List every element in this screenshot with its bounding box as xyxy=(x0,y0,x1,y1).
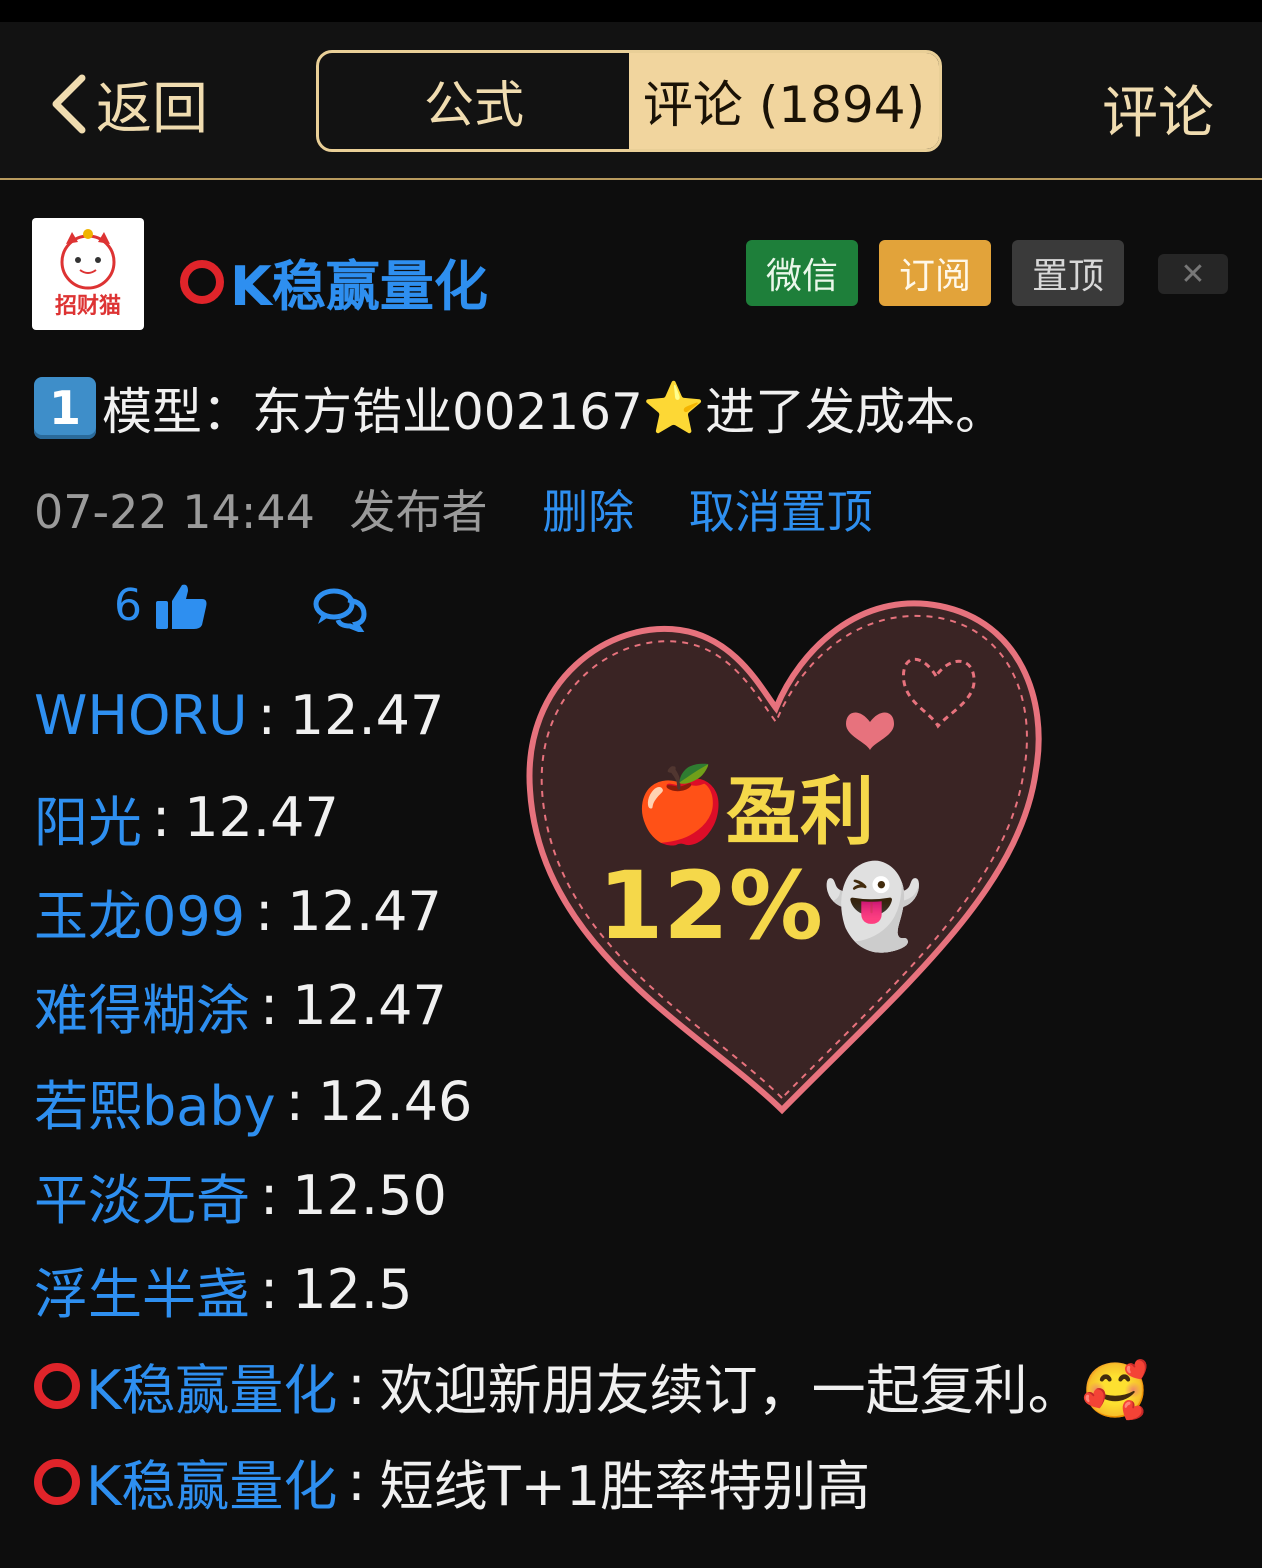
reply-user[interactable]: 阳光 xyxy=(34,778,142,857)
author-name[interactable]: K稳赢量化 xyxy=(180,242,488,321)
reply-text: 欢迎新朋友续订，一起复利。🥰 xyxy=(379,1359,1149,1422)
reply-item: 阳光:12.47 xyxy=(34,778,339,857)
avatar[interactable]: 招财猫 xyxy=(32,218,144,330)
reply-text: 12.47 xyxy=(287,880,442,943)
publisher-label: 发布者 xyxy=(349,485,488,539)
ghost-icon: 👻 xyxy=(823,859,923,953)
thumbs-up-icon xyxy=(156,584,207,629)
like-button[interactable]: 6 xyxy=(114,580,208,631)
wechat-button[interactable]: 微信 xyxy=(746,240,858,306)
red-circle-icon xyxy=(34,1362,80,1409)
star-icon: ⭐ xyxy=(642,378,706,437)
reply-user[interactable]: 平淡无奇 xyxy=(34,1156,250,1235)
close-icon[interactable]: ✕ xyxy=(1158,254,1228,294)
reply-user[interactable]: K稳赢量化 xyxy=(86,1346,337,1425)
chevron-left-icon xyxy=(52,74,86,134)
red-circle-icon xyxy=(34,1458,80,1505)
subscribe-button[interactable]: 订阅 xyxy=(879,240,991,306)
delete-link[interactable]: 删除 xyxy=(542,485,634,539)
post-text: 1 模型：东方锆业002167 ⭐ 进了发成本。 xyxy=(34,372,1005,444)
tab-formula[interactable]: 公式 xyxy=(319,53,629,149)
unpin-link[interactable]: 取消置顶 xyxy=(689,485,873,539)
reply-user[interactable]: 玉龙099 xyxy=(34,872,245,951)
reply-text: 短线T+1胜率特别高 xyxy=(379,1455,871,1518)
post-time: 07-22 14:44 xyxy=(34,485,315,539)
reply-text: 12.47 xyxy=(289,684,445,747)
red-circle-icon xyxy=(180,259,224,304)
comment-action[interactable]: 评论 xyxy=(1102,68,1214,149)
comment-button[interactable] xyxy=(312,586,368,636)
reply-item: 玉龙099:12.47 xyxy=(34,872,442,951)
reply-item: K稳赢量化: 欢迎新朋友续订，一起复利。🥰 xyxy=(34,1346,1149,1425)
reply-item: 难得糊涂:12.47 xyxy=(34,966,447,1045)
reply-text: 12.46 xyxy=(317,1070,473,1133)
segment-tabs: 公式 评论 (1894) xyxy=(316,50,942,152)
pin-button[interactable]: 置顶 xyxy=(1012,240,1124,306)
like-count: 6 xyxy=(114,580,142,631)
reply-text: 12.5 xyxy=(292,1258,413,1321)
reply-user[interactable]: 若熙baby xyxy=(34,1062,276,1141)
reply-user[interactable]: 浮生半盏 xyxy=(34,1250,250,1329)
sticker-line-1: 🍎 盈利 xyxy=(634,762,875,855)
reply-user[interactable]: 难得糊涂 xyxy=(34,966,250,1045)
reply-text: 12.50 xyxy=(292,1164,447,1227)
reply-text: 12.47 xyxy=(292,974,447,1037)
reply-user[interactable]: K稳赢量化 xyxy=(86,1442,337,1521)
avatar-caption: 招财猫 xyxy=(54,294,121,319)
reply-item: 浮生半盏:12.5 xyxy=(34,1250,412,1329)
reply-item: WHORU:12.47 xyxy=(34,684,445,747)
back-label: 返回 xyxy=(96,76,208,142)
apple-icon: 🍎 xyxy=(634,762,727,848)
back-button[interactable]: 返回 xyxy=(48,72,208,142)
reply-user[interactable]: WHORU xyxy=(34,684,248,747)
status-bar xyxy=(0,0,1262,22)
keycap-one-icon: 1 xyxy=(34,377,96,439)
reply-text: 12.47 xyxy=(184,786,339,849)
reply-item: 平淡无奇:12.50 xyxy=(34,1156,447,1235)
reply-item: K稳赢量化: 短线T+1胜率特别高 xyxy=(34,1442,870,1521)
post-meta: 07-22 14:44 发布者 删除 取消置顶 xyxy=(34,476,873,542)
sticker-line-2: 12% 👻 xyxy=(598,852,923,961)
reply-item: 若熙baby:12.46 xyxy=(34,1062,472,1141)
tab-comments[interactable]: 评论 (1894) xyxy=(629,53,939,149)
chat-bubbles-icon xyxy=(313,588,367,636)
